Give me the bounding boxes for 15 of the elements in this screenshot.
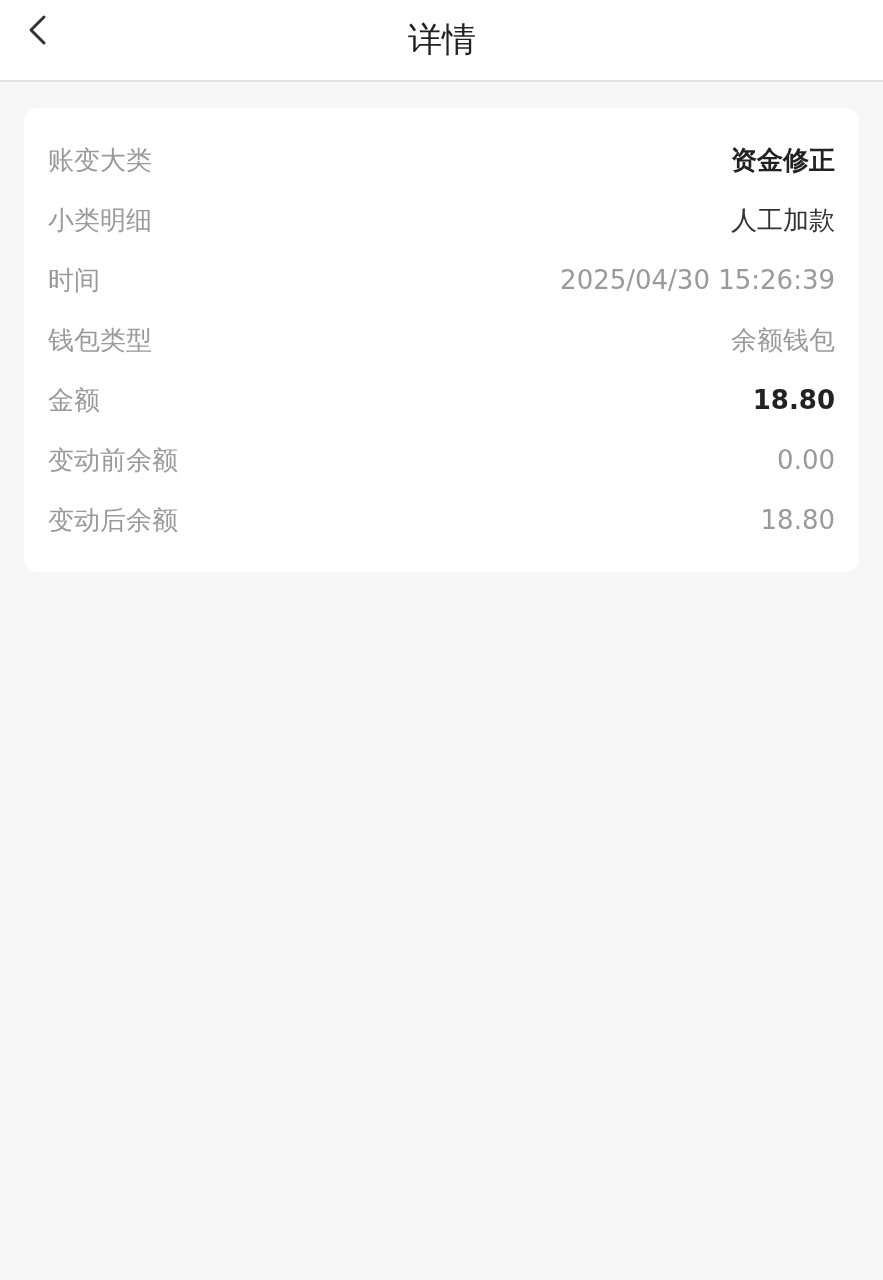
detail-label: 变动后余额 [48, 503, 178, 537]
detail-label: 变动前余额 [48, 443, 178, 477]
detail-value: 人工加款 [731, 203, 835, 237]
detail-label: 钱包类型 [48, 323, 152, 357]
detail-value: 18.80 [752, 385, 835, 415]
detail-value: 0.00 [777, 445, 835, 475]
detail-label: 时间 [48, 263, 100, 297]
detail-value: 2025/04/30 15:26:39 [560, 265, 835, 295]
detail-label: 小类明细 [48, 203, 152, 237]
detail-value: 资金修正 [731, 143, 835, 177]
page-title: 详情 [407, 18, 476, 61]
detail-label: 账变大类 [48, 143, 152, 177]
detail-label: 金额 [48, 383, 100, 417]
detail-value: 余额钱包 [731, 323, 835, 357]
detail-value: 18.80 [760, 505, 835, 535]
